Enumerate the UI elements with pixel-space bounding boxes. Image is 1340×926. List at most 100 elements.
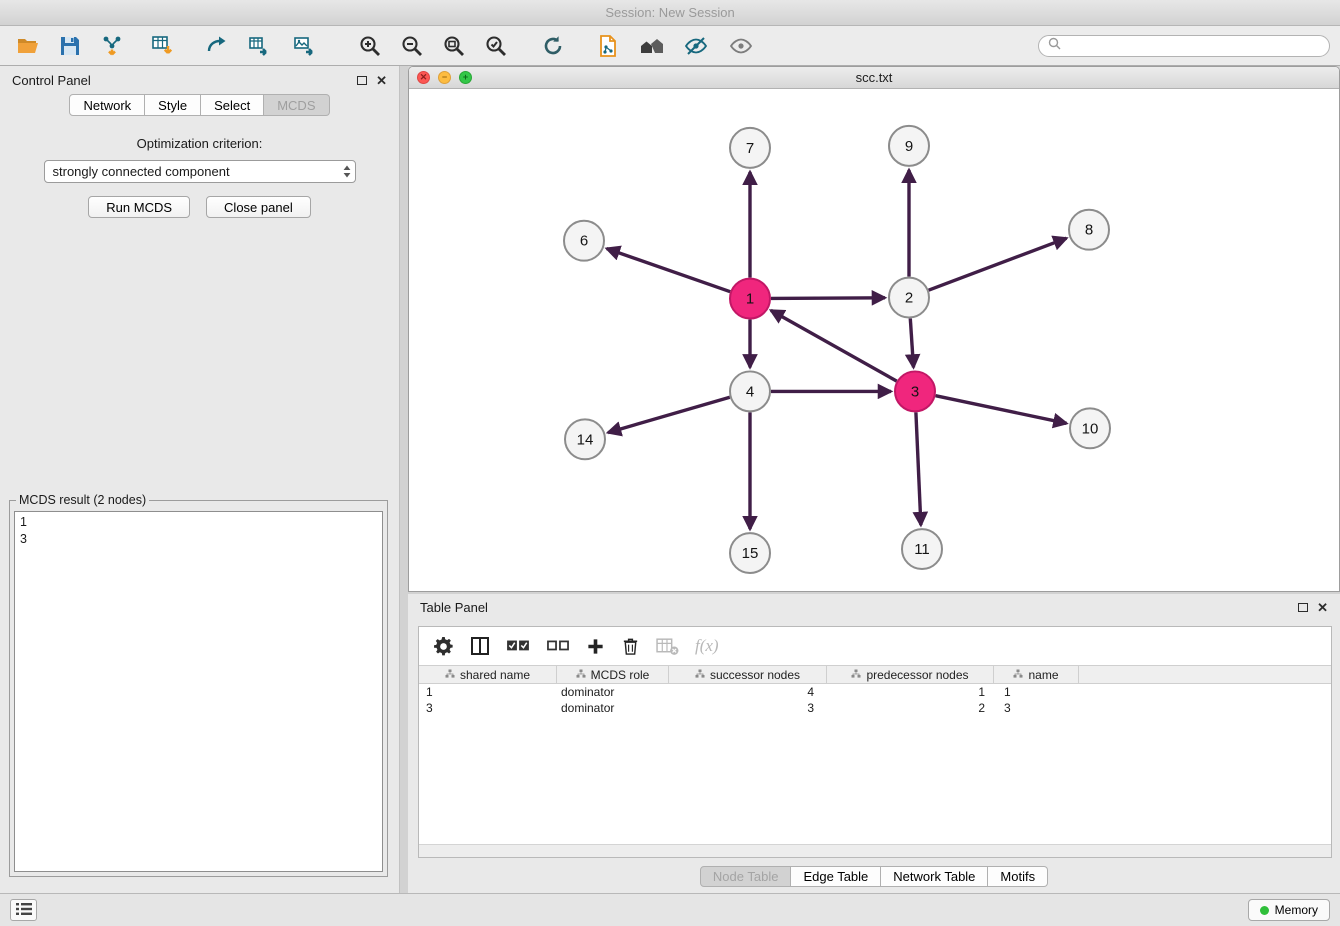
memory-button[interactable]: Memory	[1248, 899, 1330, 921]
automation-panel-button[interactable]	[10, 899, 37, 921]
table-cell[interactable]: dominator	[557, 684, 669, 700]
save-session-icon[interactable]	[52, 29, 88, 63]
column-label: shared name	[460, 668, 530, 682]
toolbar-buttons	[10, 29, 759, 63]
tab-node-table[interactable]: Node Table	[700, 866, 792, 887]
node-9[interactable]: 9	[889, 126, 929, 166]
tab-network[interactable]: Network	[69, 94, 145, 116]
titlebar[interactable]: Session: New Session	[0, 0, 1340, 26]
right-column: scc.txt ✕ − + 7968124314101511 Table Pan…	[408, 66, 1340, 893]
node-15[interactable]: 15	[730, 533, 770, 573]
zoom-out-icon[interactable]	[394, 29, 430, 63]
network-window-titlebar[interactable]: scc.txt ✕ − +	[409, 67, 1339, 89]
column-header-name[interactable]: name	[994, 666, 1079, 683]
close-panel-icon[interactable]: ✕	[376, 74, 387, 87]
table-cell[interactable]: 3	[669, 700, 827, 716]
gear-icon[interactable]	[433, 636, 454, 657]
table-hscrollbar[interactable]	[419, 844, 1331, 857]
node-11[interactable]: 11	[902, 529, 942, 569]
column-header-filler	[1079, 666, 1331, 683]
edge-3-11[interactable]	[916, 412, 921, 525]
zoom-in-icon[interactable]	[352, 29, 388, 63]
tab-network-table[interactable]: Network Table	[881, 866, 988, 887]
trash-icon[interactable]	[621, 636, 640, 656]
mcds-result-box: MCDS result (2 nodes) 13	[9, 493, 388, 877]
zoom-fit-icon[interactable]	[436, 29, 472, 63]
tab-motifs[interactable]: Motifs	[988, 866, 1048, 887]
column-header-mcds-role[interactable]: MCDS role	[557, 666, 669, 683]
edge-4-14[interactable]	[608, 397, 730, 432]
node-2[interactable]: 2	[889, 278, 929, 318]
search-input[interactable]	[1066, 39, 1320, 53]
select-all-icon[interactable]	[506, 639, 530, 653]
node-1[interactable]: 1	[730, 279, 770, 319]
export-image-icon[interactable]	[286, 29, 322, 63]
edge-3-10[interactable]	[936, 396, 1067, 424]
maximize-window-icon[interactable]: +	[459, 71, 472, 84]
table-body[interactable]: 1dominator4113dominator323	[419, 684, 1331, 844]
close-table-panel-icon[interactable]: ✕	[1317, 601, 1328, 614]
table-row[interactable]: 3dominator323	[419, 700, 1331, 716]
import-network-icon[interactable]	[94, 29, 130, 63]
edge-1-2[interactable]	[771, 298, 885, 299]
node-4[interactable]: 4	[730, 371, 770, 411]
table-cell[interactable]: 3	[994, 700, 1079, 716]
mcds-buttons: Run MCDS Close panel	[0, 196, 399, 218]
column-header-predecessor-nodes[interactable]: predecessor nodes	[827, 666, 994, 683]
open-file-icon[interactable]	[10, 29, 46, 63]
mcds-result-text[interactable]: 13	[14, 511, 383, 872]
tab-mcds[interactable]: MCDS	[264, 94, 329, 116]
network-graph[interactable]: 7 9 6 8 1 2 4 3 14 10 15 11	[409, 89, 1339, 591]
float-table-panel-icon[interactable]	[1298, 603, 1308, 612]
column-header-shared-name[interactable]: shared name	[419, 666, 557, 683]
float-panel-icon[interactable]	[357, 76, 367, 85]
network-canvas[interactable]: 7 9 6 8 1 2 4 3 14 10 15 11	[409, 89, 1339, 591]
close-window-icon[interactable]: ✕	[417, 71, 430, 84]
deselect-all-icon[interactable]	[546, 639, 570, 653]
table-cell-filler	[1079, 700, 1331, 716]
sort-icon	[695, 668, 705, 682]
table-cell[interactable]: dominator	[557, 700, 669, 716]
show-all-icon[interactable]	[723, 29, 759, 63]
criterion-select[interactable]: strongly connected component	[44, 160, 356, 183]
node-8[interactable]: 8	[1069, 210, 1109, 250]
search-box[interactable]	[1038, 35, 1330, 57]
edge-2-3[interactable]	[910, 319, 913, 368]
panel-splitter[interactable]	[400, 66, 408, 893]
import-table-icon[interactable]	[144, 29, 180, 63]
table-cell[interactable]: 1	[827, 684, 994, 700]
table-cell[interactable]: 1	[994, 684, 1079, 700]
table-cell[interactable]: 4	[669, 684, 827, 700]
table-cell[interactable]: 2	[827, 700, 994, 716]
minimize-window-icon[interactable]: −	[438, 71, 451, 84]
network-file-icon[interactable]	[590, 29, 626, 63]
node-label: 9	[905, 138, 913, 155]
tab-edge-table[interactable]: Edge Table	[791, 866, 881, 887]
export-table-icon[interactable]	[241, 29, 277, 63]
refresh-icon[interactable]	[535, 29, 571, 63]
node-7[interactable]: 7	[730, 128, 770, 168]
tab-style[interactable]: Style	[145, 94, 201, 116]
add-row-icon[interactable]	[586, 637, 605, 656]
home-icon[interactable]	[634, 29, 670, 63]
zoom-selected-icon[interactable]	[478, 29, 514, 63]
node-3[interactable]: 3	[895, 371, 935, 411]
edge-3-1[interactable]	[771, 310, 897, 381]
node-10[interactable]: 10	[1070, 408, 1110, 448]
hide-selected-icon[interactable]	[678, 29, 714, 63]
node-14[interactable]: 14	[565, 419, 605, 459]
run-mcds-button[interactable]: Run MCDS	[88, 196, 190, 218]
edge-2-8[interactable]	[929, 238, 1067, 290]
table-cell[interactable]: 1	[419, 684, 557, 700]
edge-1-6[interactable]	[607, 249, 731, 292]
close-panel-button[interactable]: Close panel	[206, 196, 311, 218]
control-panel-header: Control Panel ✕	[0, 66, 399, 94]
export-network-icon[interactable]	[199, 29, 235, 63]
node-6[interactable]: 6	[564, 221, 604, 261]
table-cell[interactable]: 3	[419, 700, 557, 716]
table-row[interactable]: 1dominator411	[419, 684, 1331, 700]
tab-select[interactable]: Select	[201, 94, 264, 116]
node-label: 1	[746, 291, 754, 308]
column-chooser-icon[interactable]	[470, 636, 490, 656]
column-header-successor-nodes[interactable]: successor nodes	[669, 666, 827, 683]
